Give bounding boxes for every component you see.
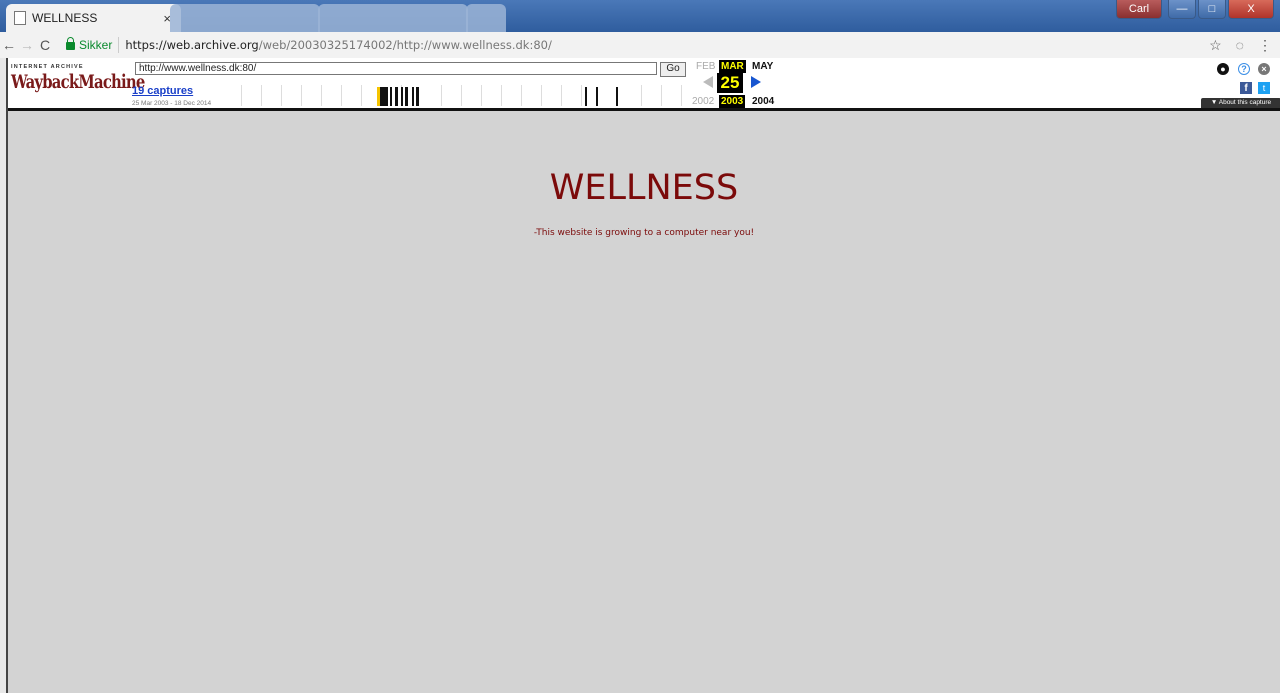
wayback-logo[interactable]: WaybackMachine: [11, 71, 145, 93]
forward-icon[interactable]: →: [18, 37, 36, 53]
page-title: WELLNESS: [549, 168, 739, 208]
year-current: 2003: [719, 95, 746, 108]
tab-title: WELLNESS: [32, 11, 98, 25]
twitter-icon[interactable]: t: [1258, 82, 1270, 94]
window-title-bar: WELLNESS × Carl — □ X: [0, 0, 1280, 32]
reload-icon[interactable]: C: [36, 37, 54, 53]
help-icon[interactable]: ?: [1238, 63, 1250, 75]
go-button[interactable]: Go: [660, 62, 686, 77]
capture-sparkline[interactable]: [241, 83, 689, 107]
user-icon[interactable]: ●: [1217, 63, 1229, 75]
next-capture-arrow-icon[interactable]: [751, 76, 761, 88]
month-current: MAR: [719, 60, 746, 73]
menu-icon[interactable]: ⋮: [1258, 37, 1272, 54]
address-bar[interactable]: Sikker https://web.archive.org/web/20030…: [60, 35, 1209, 55]
profile-button[interactable]: Carl: [1116, 0, 1162, 19]
capture-day: 25: [717, 73, 743, 93]
tab-background-2[interactable]: [318, 4, 468, 32]
url-text: https://web.archive.org/web/200303251740…: [125, 38, 552, 52]
window-controls: Carl — □ X: [1116, 0, 1274, 19]
bookmark-star-icon[interactable]: ☆: [1209, 37, 1222, 54]
capture-date-range: 25 Mar 2003 - 18 Dec 2014: [132, 100, 212, 107]
wayback-url-input[interactable]: http://www.wellness.dk:80/: [135, 62, 657, 75]
month-next[interactable]: MAY: [752, 61, 773, 72]
left-border: [0, 58, 8, 693]
year-next[interactable]: 2004: [752, 96, 774, 107]
browser-toolbar: ← → C Sikker https://web.archive.org/web…: [0, 32, 1280, 59]
internet-archive-label: INTERNET ARCHIVE: [11, 64, 84, 70]
maximize-button[interactable]: □: [1198, 0, 1226, 19]
url-host: https://web.archive.org: [125, 38, 259, 52]
new-tab-button[interactable]: [466, 4, 506, 32]
archived-page: WELLNESS -This website is growing to a c…: [8, 111, 1280, 693]
month-prev: FEB: [696, 61, 716, 72]
facebook-icon[interactable]: f: [1240, 82, 1252, 94]
extension-icon[interactable]: ◌: [1236, 37, 1244, 54]
minimize-button[interactable]: —: [1168, 0, 1196, 19]
year-prev: 2002: [692, 96, 715, 107]
page-tagline: -This website is growing to a computer n…: [533, 228, 755, 238]
about-this-capture-button[interactable]: ▼ About this capture: [1201, 98, 1280, 108]
tab-wellness[interactable]: WELLNESS ×: [6, 4, 181, 32]
divider: [118, 37, 120, 53]
secure-label: Sikker: [79, 38, 113, 52]
captures-link[interactable]: 19 captures: [132, 85, 193, 97]
page-icon: [14, 11, 26, 25]
wayback-toolbar: INTERNET ARCHIVE WaybackMachine http://w…: [8, 58, 1280, 111]
url-path: /web/20030325174002/http://www.wellness.…: [258, 38, 552, 52]
close-toolbar-icon[interactable]: ×: [1258, 63, 1270, 75]
back-icon[interactable]: ←: [0, 37, 18, 53]
prev-capture-arrow-icon: [703, 76, 713, 88]
close-window-button[interactable]: X: [1228, 0, 1274, 19]
lock-icon: [66, 37, 75, 50]
tab-background-1[interactable]: [170, 4, 320, 32]
